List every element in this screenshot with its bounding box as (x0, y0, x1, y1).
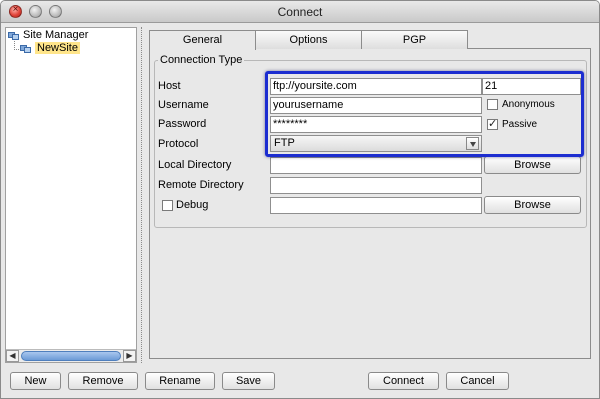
tab-pgp[interactable]: PGP (361, 30, 468, 49)
local-directory-input[interactable] (270, 157, 482, 174)
connect-button[interactable]: Connect (368, 372, 439, 390)
new-button[interactable]: New (10, 372, 61, 390)
save-button[interactable]: Save (222, 372, 275, 390)
chevron-down-icon[interactable] (466, 137, 479, 150)
debug-label: Debug (176, 199, 209, 211)
scroll-right-icon[interactable]: ▶ (123, 350, 136, 362)
window-title: Connect (277, 5, 323, 19)
tree-item-label: Site Manager (23, 29, 89, 41)
connect-window: × Connect Site Manager NewSite ◀ ▶ Gener… (0, 0, 600, 399)
split-pane-divider[interactable] (139, 27, 145, 363)
tab-options[interactable]: Options (255, 30, 362, 49)
rename-button[interactable]: Rename (145, 372, 215, 390)
browse-debug-button[interactable]: Browse (484, 196, 581, 214)
remote-directory-label: Remote Directory (158, 179, 244, 191)
port-input[interactable]: 21 (482, 78, 581, 95)
username-input[interactable]: yourusername (270, 97, 482, 114)
browse-local-button[interactable]: Browse (484, 156, 581, 174)
remove-button[interactable]: Remove (68, 372, 138, 390)
local-directory-label: Local Directory (158, 159, 232, 171)
tab-bar: General Options PGP (149, 30, 468, 50)
tree-item-site-manager[interactable]: Site Manager (8, 29, 88, 41)
site-manager-icon (8, 30, 20, 41)
cancel-button[interactable]: Cancel (446, 372, 509, 390)
remote-directory-input[interactable] (270, 177, 482, 194)
anonymous-checkbox[interactable] (487, 99, 498, 110)
debug-file-input[interactable] (270, 197, 482, 214)
password-label: Password (158, 118, 207, 130)
tab-general[interactable]: General (149, 30, 256, 50)
divider-grip (141, 27, 143, 363)
scrollbar-thumb[interactable] (21, 351, 121, 361)
protocol-label: Protocol (158, 138, 199, 150)
group-title: Connection Type (158, 54, 245, 66)
host-label: Host (158, 80, 181, 92)
password-input[interactable]: ******** (270, 116, 482, 133)
debug-checkbox[interactable] (162, 200, 173, 211)
username-label: Username (158, 99, 209, 111)
protocol-select[interactable]: FTP (270, 135, 482, 152)
passive-checkbox[interactable] (487, 117, 498, 130)
anonymous-label: Anonymous (502, 99, 555, 110)
scroll-left-icon[interactable]: ◀ (6, 350, 19, 362)
site-tree: Site Manager NewSite ◀ ▶ (5, 27, 137, 363)
protocol-value: FTP (274, 137, 295, 149)
passive-label: Passive (502, 119, 538, 130)
title-bar: × Connect (1, 1, 599, 23)
host-input[interactable]: ftp://yoursite.com (270, 78, 482, 95)
tree-item-newsite[interactable]: NewSite (20, 42, 80, 54)
tree-item-label: NewSite (35, 42, 80, 54)
site-icon (20, 43, 32, 54)
tree-horizontal-scrollbar[interactable]: ◀ ▶ (6, 349, 136, 362)
